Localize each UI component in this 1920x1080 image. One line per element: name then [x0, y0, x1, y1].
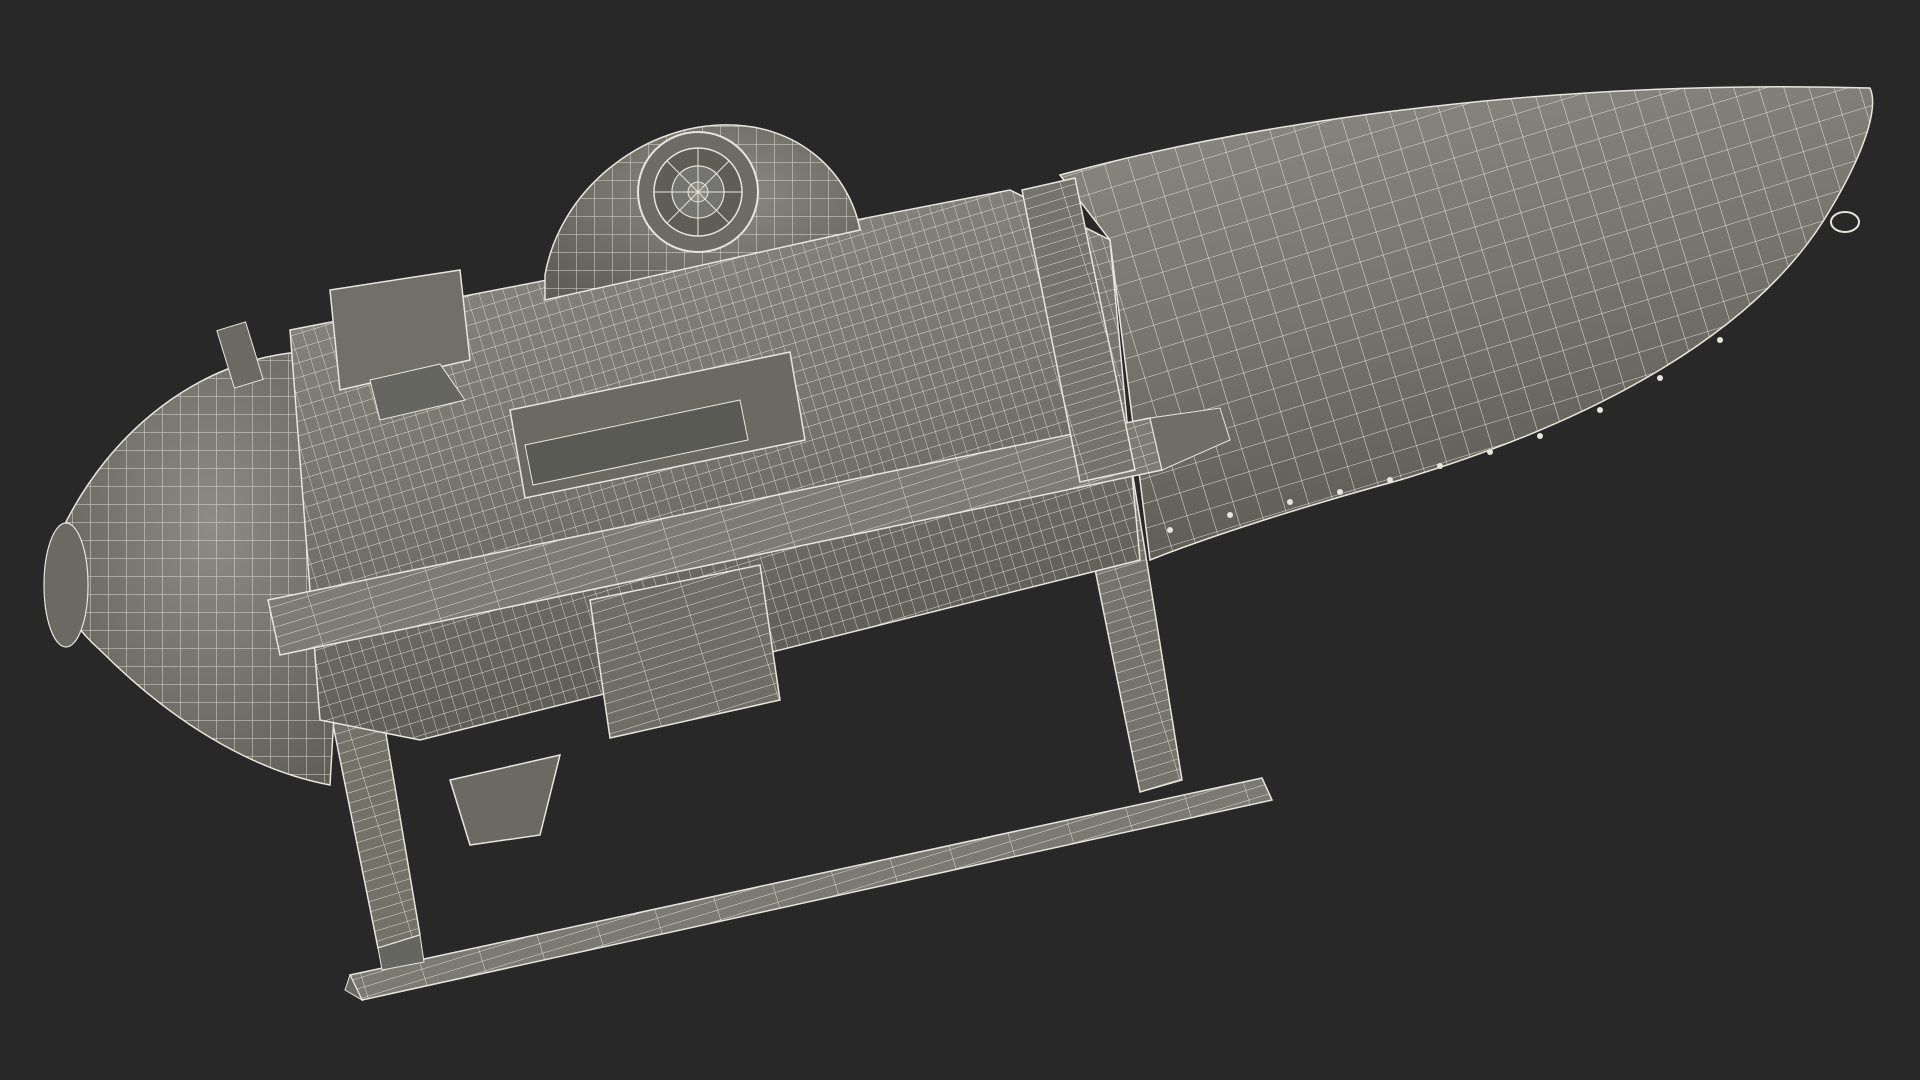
ventral-thruster — [449, 753, 562, 846]
bow-lifting-lug — [1830, 211, 1860, 233]
submersible-model — [43, 85, 1874, 1002]
render-viewport — [0, 0, 1920, 1080]
rear-end-cap — [43, 351, 341, 786]
top-thruster — [637, 131, 759, 253]
bow-section — [1058, 85, 1874, 562]
